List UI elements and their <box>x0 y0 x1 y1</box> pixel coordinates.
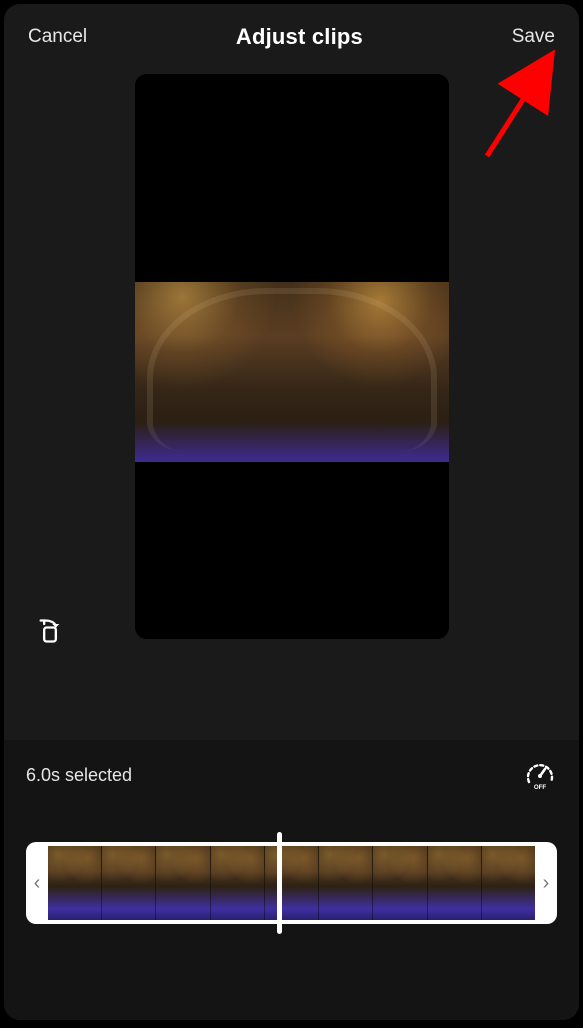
video-preview[interactable] <box>135 74 449 639</box>
clip-timeline[interactable]: ‹ › <box>26 842 557 924</box>
letterbox-bottom <box>135 462 449 639</box>
header: Cancel Adjust clips Save <box>4 4 579 68</box>
page-title: Adjust clips <box>87 24 512 50</box>
timeline-frames[interactable] <box>48 842 535 924</box>
selected-duration-label: 6.0s selected <box>26 765 132 786</box>
bottom-panel: 6.0s selected OFF ‹ › <box>4 740 579 1020</box>
timeline-frame[interactable] <box>481 846 535 920</box>
timeline-frame[interactable] <box>264 846 318 920</box>
timeline-frame[interactable] <box>48 846 101 920</box>
speed-button[interactable]: OFF <box>523 758 557 792</box>
video-preview-area <box>4 68 579 649</box>
timeline-frame[interactable] <box>210 846 264 920</box>
timeline-frame[interactable] <box>101 846 155 920</box>
trim-handle-left[interactable]: ‹ <box>26 842 48 924</box>
video-frame-image <box>135 282 449 462</box>
timeline-frame[interactable] <box>155 846 209 920</box>
trim-handle-right[interactable]: › <box>535 842 557 924</box>
playhead[interactable] <box>277 832 282 934</box>
selection-info-row: 6.0s selected OFF <box>4 758 579 802</box>
save-button[interactable]: Save <box>512 26 555 48</box>
speedometer-off-icon: OFF <box>525 760 555 790</box>
rotate-button[interactable] <box>30 611 70 651</box>
adjust-clips-screen: Cancel Adjust clips Save <box>4 4 579 1020</box>
rotate-icon <box>36 617 64 645</box>
letterbox-top <box>135 74 449 282</box>
timeline-frame[interactable] <box>318 846 372 920</box>
speed-off-label: OFF <box>534 784 547 790</box>
timeline-frame[interactable] <box>372 846 426 920</box>
cancel-button[interactable]: Cancel <box>28 26 87 48</box>
timeline-frame[interactable] <box>427 846 481 920</box>
